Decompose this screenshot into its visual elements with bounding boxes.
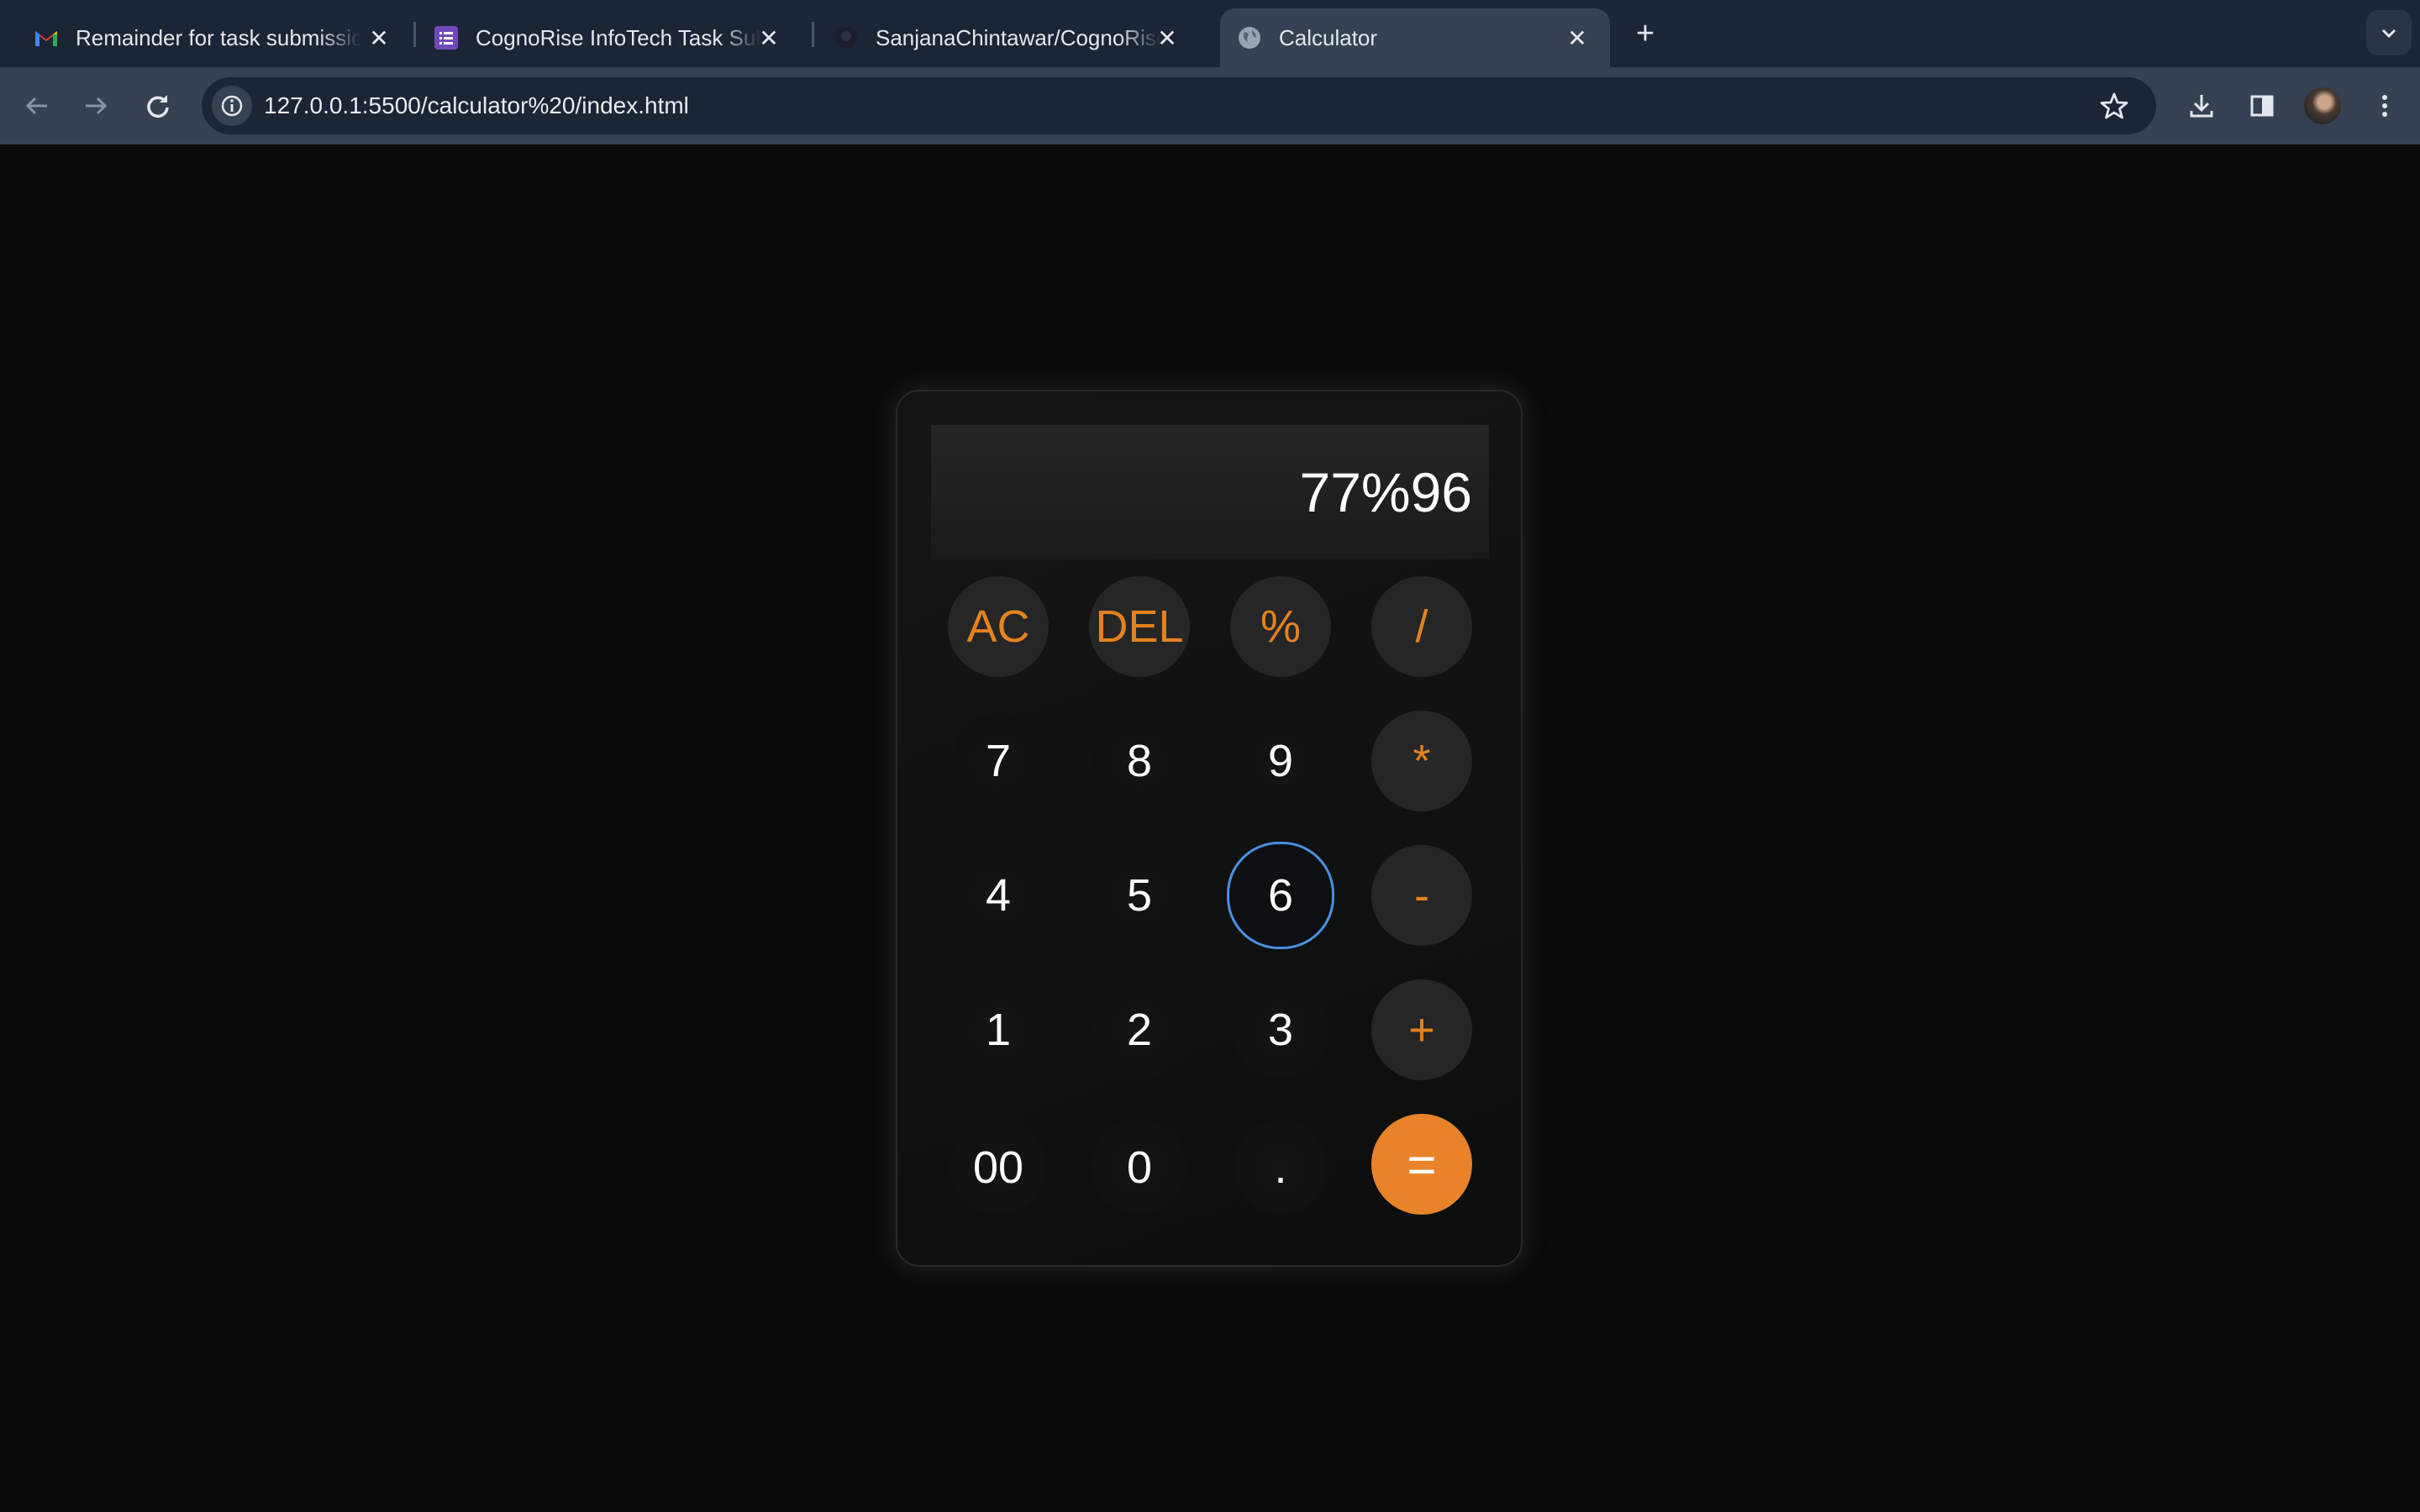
browser-toolbar: 127.0.0.1:5500/calculator%20/index.html xyxy=(0,67,2420,144)
url-text[interactable]: 127.0.0.1:5500/calculator%20/index.html xyxy=(264,77,689,134)
equals-button[interactable]: = xyxy=(1371,1114,1472,1215)
plus-button[interactable]: + xyxy=(1371,979,1472,1080)
digit-3-button[interactable]: 3 xyxy=(1230,979,1331,1080)
tab-github[interactable]: SanjanaChintawar/CognoRise ✕ xyxy=(800,8,1200,67)
bookmark-button[interactable] xyxy=(2096,87,2133,124)
arrow-left-icon xyxy=(25,97,47,115)
tab-calculator[interactable]: Calculator ✕ xyxy=(1220,8,1610,67)
side-panel-icon xyxy=(2250,95,2274,117)
tab-title: Calculator xyxy=(1279,24,1378,50)
star-icon xyxy=(2100,92,2128,119)
forward-button[interactable] xyxy=(76,86,116,126)
digit-2-button[interactable]: 2 xyxy=(1089,979,1190,1080)
info-icon xyxy=(221,95,243,117)
tab-title: Remainder for task submissio xyxy=(76,24,361,50)
percent-button[interactable]: % xyxy=(1230,576,1331,677)
divide-button[interactable]: / xyxy=(1371,576,1472,677)
double-zero-button[interactable]: 00 xyxy=(948,1117,1049,1218)
kebab-menu-icon xyxy=(2382,95,2387,117)
calculator: 77%96 AC DEL % / 7 8 9 * 4 5 6 - 1 2 3 +… xyxy=(896,390,1523,1267)
download-icon xyxy=(2190,95,2213,118)
site-info-button[interactable] xyxy=(212,86,252,126)
tab-forms[interactable]: CognoRise InfoTech Task Sub ✕ xyxy=(400,8,802,67)
side-panel-button[interactable] xyxy=(2242,86,2282,126)
decimal-button[interactable]: . xyxy=(1230,1117,1331,1218)
digit-6-button[interactable]: 6 xyxy=(1227,842,1334,949)
tab-title: CognoRise InfoTech Task Sub xyxy=(476,24,761,50)
tab-strip: Remainder for task submissio ✕ CognoRise… xyxy=(0,0,2420,67)
profile-avatar[interactable] xyxy=(2304,87,2341,124)
close-icon[interactable]: ✕ xyxy=(756,25,781,51)
digit-4-button[interactable]: 4 xyxy=(948,845,1049,946)
address-bar[interactable]: 127.0.0.1:5500/calculator%20/index.html xyxy=(202,77,2156,134)
tab-title: SanjanaChintawar/CognoRise xyxy=(876,24,1161,50)
gmail-icon xyxy=(34,25,59,50)
github-icon xyxy=(834,25,859,50)
globe-icon xyxy=(1237,25,1262,50)
downloads-button[interactable] xyxy=(2181,86,2222,126)
clear-all-button[interactable]: AC xyxy=(948,576,1049,677)
delete-button[interactable]: DEL xyxy=(1089,576,1190,677)
close-icon[interactable]: ✕ xyxy=(1565,25,1590,51)
arrow-right-icon xyxy=(86,97,108,115)
digit-7-button[interactable]: 7 xyxy=(948,711,1049,811)
chevron-down-icon xyxy=(2381,29,2396,39)
multiply-button[interactable]: * xyxy=(1371,711,1472,811)
tab-gmail[interactable]: Remainder for task submissio ✕ xyxy=(0,8,412,67)
new-tab-button[interactable]: + xyxy=(1628,16,1662,51)
minus-button[interactable]: - xyxy=(1371,845,1472,946)
more-menu-button[interactable] xyxy=(2365,86,2405,126)
tab-search-button[interactable] xyxy=(2366,10,2412,55)
reload-icon xyxy=(147,95,169,118)
digit-1-button[interactable]: 1 xyxy=(948,979,1049,1080)
display-value: 77%96 xyxy=(1299,461,1472,523)
forms-icon xyxy=(434,25,459,50)
close-icon[interactable]: ✕ xyxy=(366,25,392,51)
digit-0-button[interactable]: 0 xyxy=(1089,1117,1190,1218)
reload-button[interactable] xyxy=(138,86,178,126)
digit-5-button[interactable]: 5 xyxy=(1089,845,1190,946)
digit-8-button[interactable]: 8 xyxy=(1089,711,1190,811)
calculator-display: 77%96 xyxy=(931,425,1489,559)
back-button[interactable] xyxy=(17,86,57,126)
close-icon[interactable]: ✕ xyxy=(1155,25,1180,51)
digit-9-button[interactable]: 9 xyxy=(1230,711,1331,811)
